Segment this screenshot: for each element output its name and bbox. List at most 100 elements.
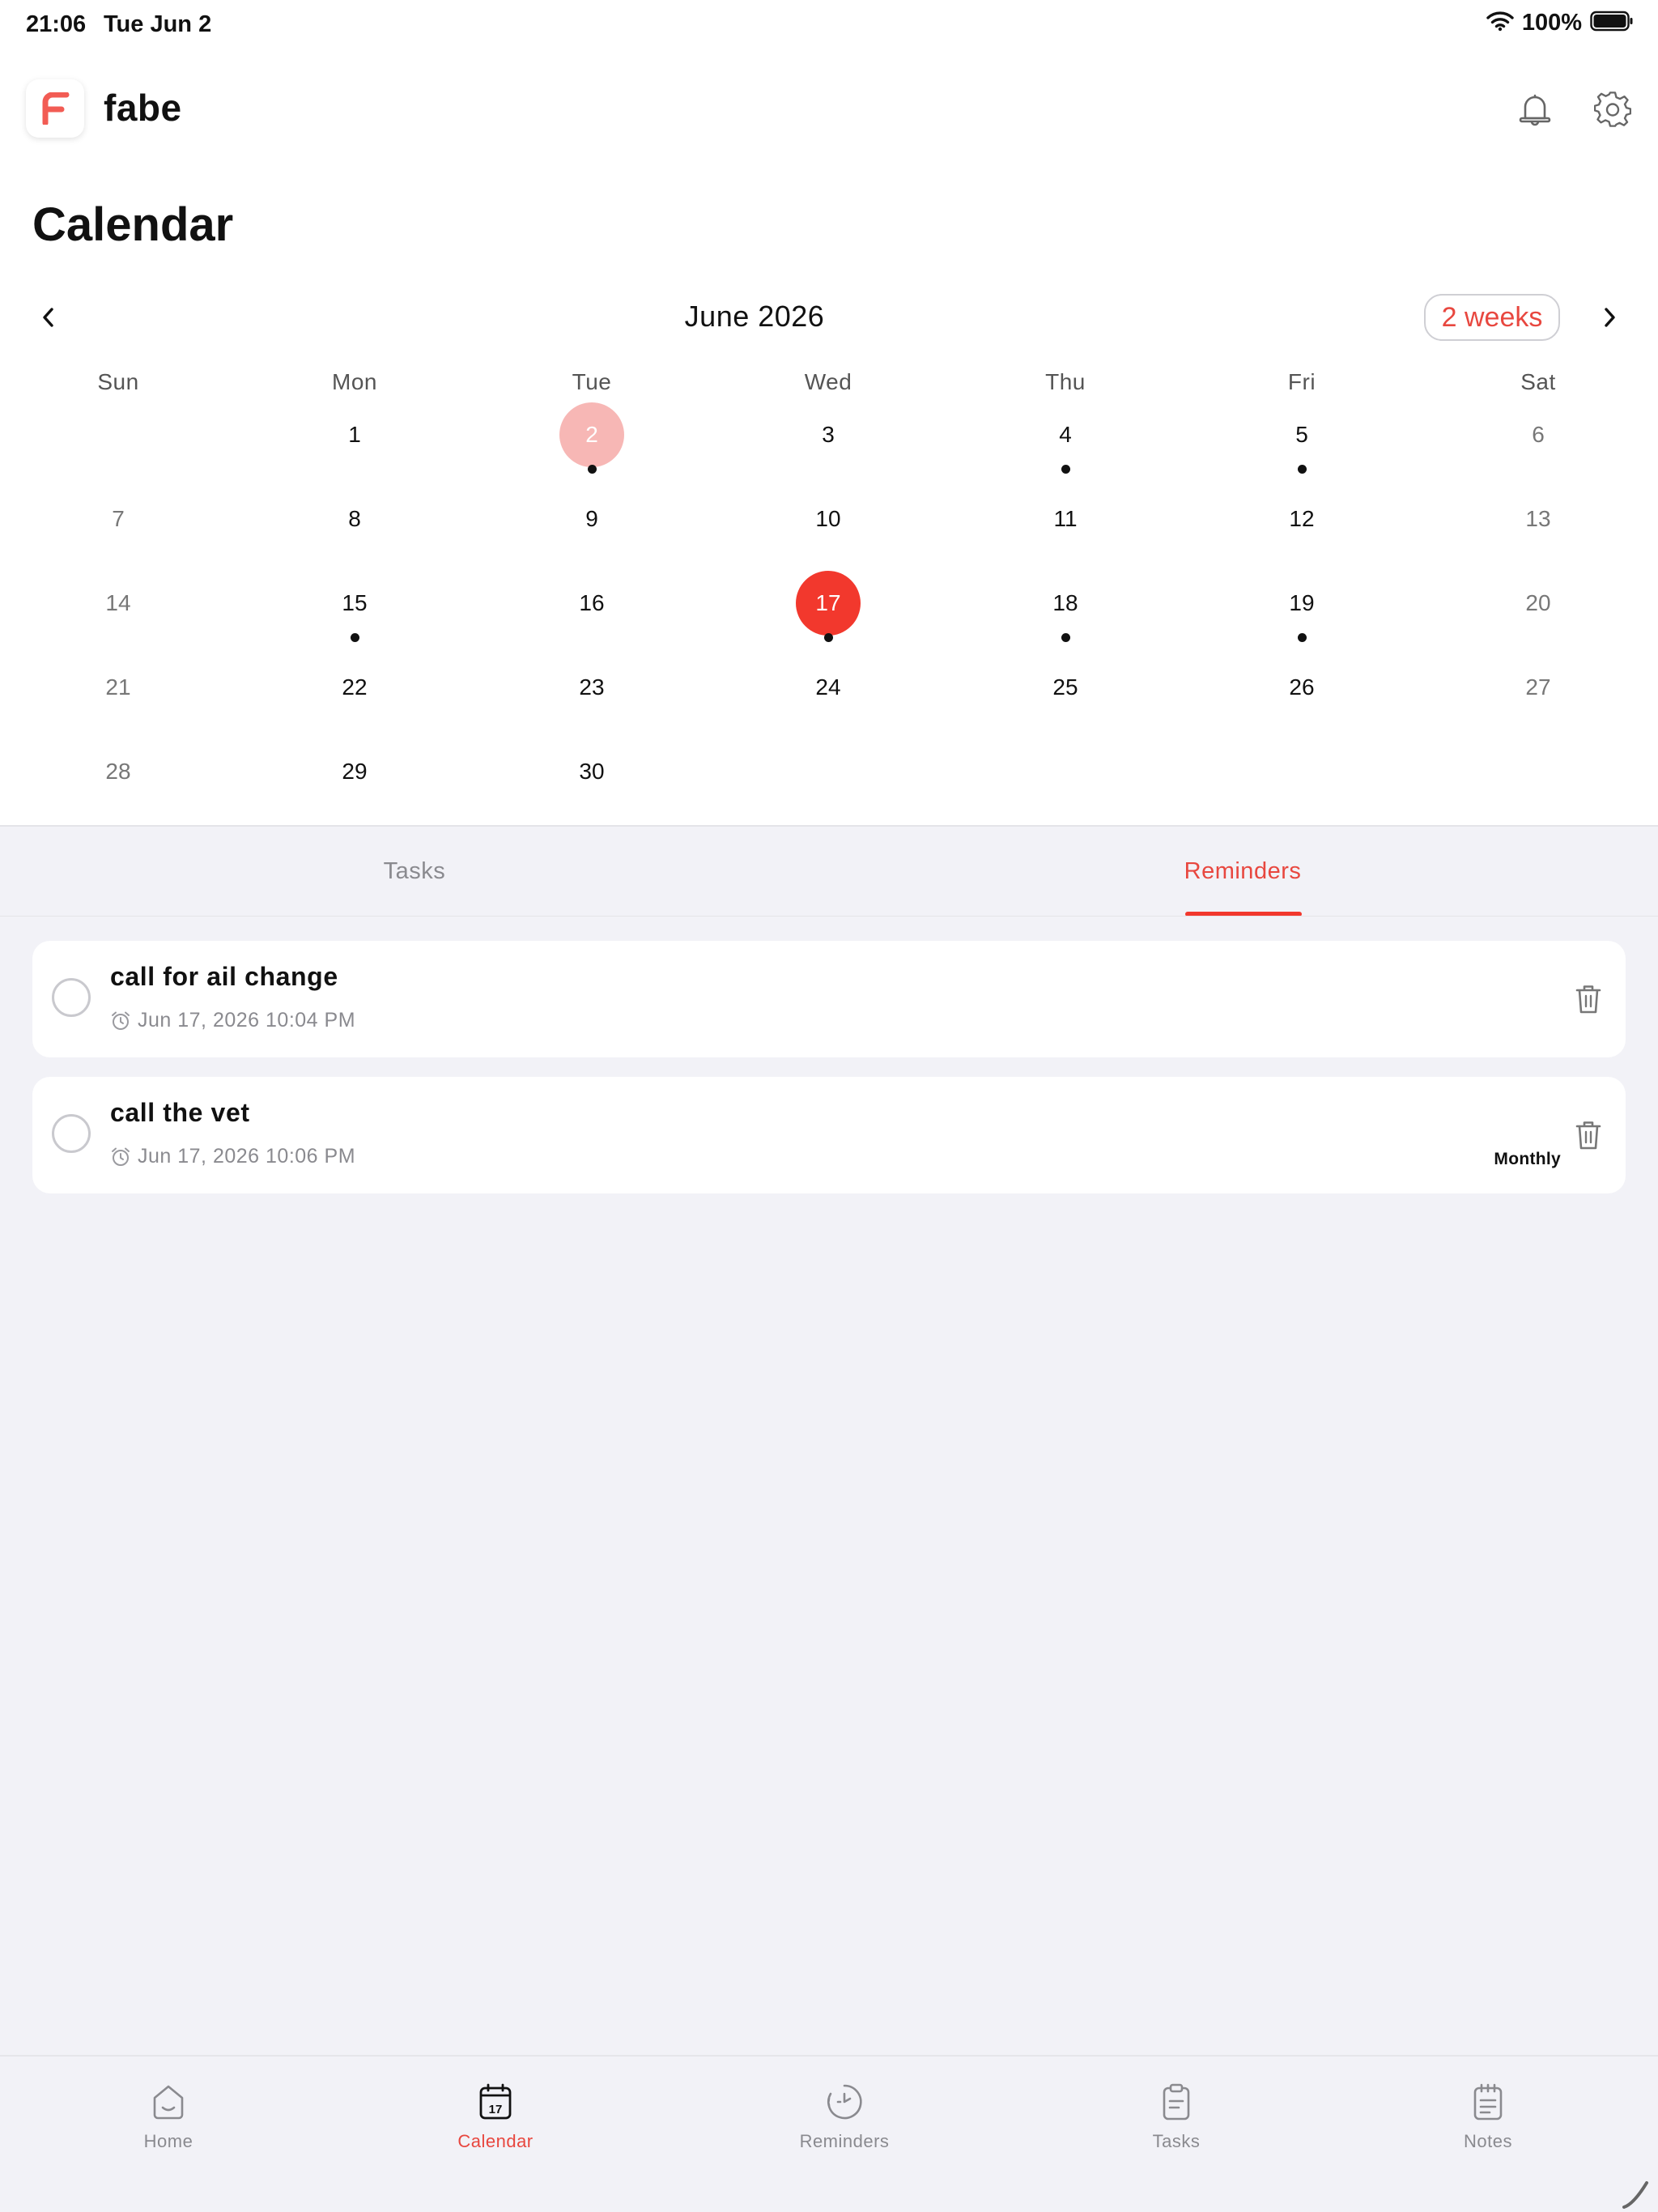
event-dot (350, 633, 359, 642)
calendar-day-18[interactable]: 18 (1033, 571, 1098, 636)
calendar-day-6[interactable]: 6 (1506, 402, 1571, 467)
battery-percentage: 100% (1521, 10, 1582, 36)
calendar-day-27[interactable]: 27 (1506, 655, 1571, 720)
weekday-label: Sun (97, 369, 139, 394)
next-month-button[interactable] (1595, 300, 1624, 335)
calendar-day-5[interactable]: 5 (1269, 402, 1334, 467)
reminder-title: call the vet (110, 1098, 250, 1127)
reminder-title: call for ail change (110, 962, 338, 991)
nav-calendar[interactable]: 17 Calendar (398, 2081, 593, 2152)
weekday-label: Fri (1287, 369, 1316, 394)
reminder-card[interactable]: call the vet Jun 17, 2026 10:06 PM Month… (32, 1077, 1626, 1193)
calendar-day-22[interactable]: 22 (322, 655, 387, 720)
reminder-datetime: Jun 17, 2026 10:06 PM (138, 1145, 356, 1168)
calendar-day-9[interactable]: 9 (559, 487, 624, 551)
weekday-label: Wed (804, 369, 852, 394)
tab-tasks[interactable]: Tasks (253, 858, 576, 885)
calendar-screen: 21:06 Tue Jun 2 100% fabe Calendar June … (0, 0, 1658, 2212)
nav-label: Notes (1464, 2131, 1512, 2151)
calendar-day-1[interactable]: 1 (322, 402, 387, 467)
nav-tasks[interactable]: Tasks (1079, 2081, 1273, 2152)
status-bar: 21:06 Tue Jun 2 100% (0, 0, 1658, 52)
nav-home[interactable]: Home (71, 2081, 266, 2152)
event-dot (1297, 465, 1307, 474)
status-time: 21:06 (26, 11, 87, 37)
weekday-label: Thu (1045, 369, 1086, 394)
nav-notes[interactable]: Notes (1391, 2081, 1585, 2152)
delete-reminder-button[interactable] (1572, 1117, 1605, 1153)
weekday-label: Sat (1520, 369, 1556, 394)
status-date: Tue Jun 2 (104, 11, 212, 37)
alarm-clock-icon (112, 1147, 130, 1166)
wifi-icon (1486, 11, 1514, 36)
calendar-day-30[interactable]: 30 (559, 739, 624, 804)
calendar-day-4[interactable]: 4 (1033, 402, 1098, 467)
settings-button[interactable] (1588, 86, 1637, 134)
calendar-day-28[interactable]: 28 (86, 739, 151, 804)
tab-reminders[interactable]: Reminders (1081, 858, 1405, 885)
calendar-day-14[interactable]: 14 (86, 571, 151, 636)
calendar-day-13[interactable]: 13 (1506, 487, 1571, 551)
svg-text:17: 17 (489, 2103, 503, 2116)
event-dot (587, 465, 597, 474)
delete-reminder-button[interactable] (1572, 981, 1605, 1017)
page-title: Calendar (32, 198, 234, 251)
calendar-day-11[interactable]: 11 (1033, 487, 1098, 551)
clipboard-icon (1157, 2081, 1196, 2123)
reminder-datetime: Jun 17, 2026 10:04 PM (138, 1009, 356, 1032)
calendar-day-21[interactable]: 21 (86, 655, 151, 720)
app-logo (26, 79, 84, 138)
calendar-icon: 17 (476, 2081, 515, 2123)
trash-icon (1575, 1121, 1601, 1150)
calendar-day-20[interactable]: 20 (1506, 571, 1571, 636)
nav-label: Reminders (799, 2131, 890, 2151)
reminder-datetime-row: Jun 17, 2026 10:04 PM (110, 1009, 355, 1032)
status-indicators: 100% (1486, 10, 1634, 36)
calendar-day-10[interactable]: 10 (796, 487, 861, 551)
calendar-day-2[interactable]: 2 (559, 402, 624, 467)
tabs-divider (0, 916, 1658, 917)
event-dot (823, 633, 833, 642)
nav-label: Home (143, 2131, 193, 2151)
calendar-day-25[interactable]: 25 (1033, 655, 1098, 720)
calendar-day-29[interactable]: 29 (322, 739, 387, 804)
event-dot (1061, 633, 1070, 642)
reminder-card[interactable]: call for ail change Jun 17, 2026 10:04 P… (32, 941, 1626, 1057)
weekday-label: Mon (332, 369, 377, 394)
trash-icon (1575, 985, 1601, 1014)
calendar-day-3[interactable]: 3 (796, 402, 861, 467)
reminder-repeat: Monthly (1494, 1150, 1561, 1168)
reminder-clock-icon (825, 2081, 864, 2123)
resize-handle-icon[interactable] (1619, 2178, 1652, 2210)
calendar-day-19[interactable]: 19 (1269, 571, 1334, 636)
calendar-day-7[interactable]: 7 (86, 487, 151, 551)
calendar-range-toggle[interactable]: 2 weeks (1424, 294, 1560, 341)
bell-icon (1519, 94, 1551, 126)
event-dot (1297, 633, 1307, 642)
nav-reminders[interactable]: Reminders (747, 2081, 942, 2152)
app-logo-mark (42, 92, 70, 125)
reminder-datetime-row: Jun 17, 2026 10:06 PM (110, 1145, 355, 1168)
calendar-day-23[interactable]: 23 (559, 655, 624, 720)
bottom-tab-bar: Home 17 Calendar Reminders Tasks Notes (0, 2055, 1658, 2212)
calendar-day-12[interactable]: 12 (1269, 487, 1334, 551)
home-icon (149, 2081, 188, 2123)
gear-icon (1594, 91, 1631, 127)
month-label: June 2026 (684, 300, 825, 333)
calendar-day-26[interactable]: 26 (1269, 655, 1334, 720)
calendar-day-17[interactable]: 17 (796, 571, 861, 636)
calendar-day-8[interactable]: 8 (322, 487, 387, 551)
nav-label: Tasks (1152, 2131, 1201, 2151)
app-name: fabe (104, 87, 182, 129)
complete-toggle[interactable] (52, 1114, 91, 1153)
alarm-clock-icon (112, 1011, 130, 1030)
calendar-divider (0, 825, 1658, 827)
calendar-day-15[interactable]: 15 (322, 571, 387, 636)
complete-toggle[interactable] (52, 978, 91, 1017)
calendar-day-24[interactable]: 24 (796, 655, 861, 720)
battery-icon (1590, 11, 1634, 36)
notifications-button[interactable] (1512, 86, 1558, 134)
calendar-day-16[interactable]: 16 (559, 571, 624, 636)
event-dot (1061, 465, 1070, 474)
notepad-icon (1469, 2081, 1507, 2123)
